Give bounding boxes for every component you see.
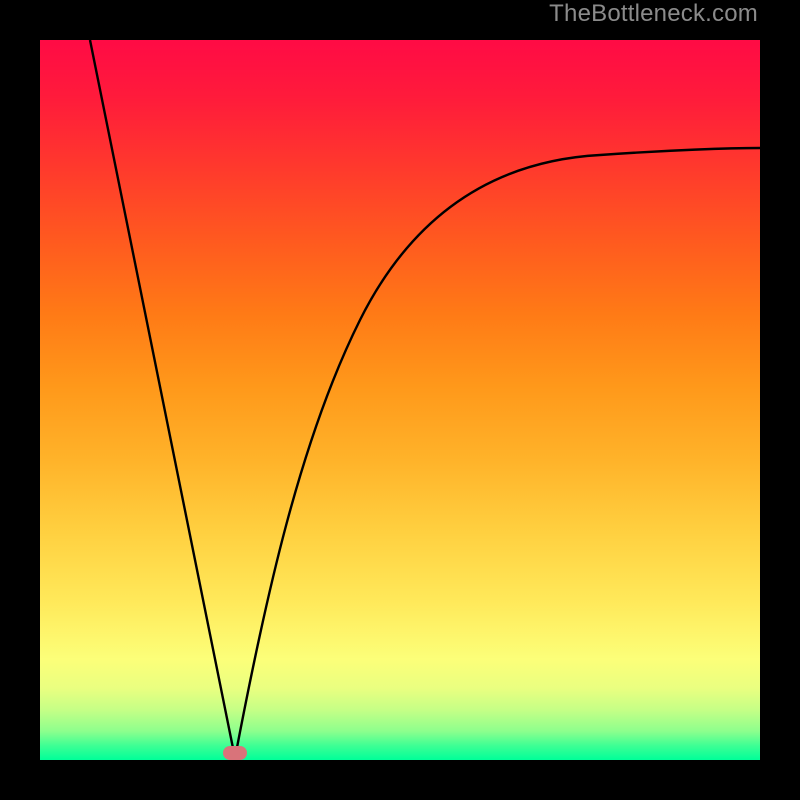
curve-left-branch (90, 40, 235, 758)
watermark-text: TheBottleneck.com (549, 0, 758, 28)
bottleneck-curve (40, 40, 760, 760)
chart-frame: TheBottleneck.com (0, 0, 800, 800)
plot-area (40, 40, 760, 760)
minimum-marker (223, 746, 247, 760)
curve-right-branch (235, 148, 760, 758)
